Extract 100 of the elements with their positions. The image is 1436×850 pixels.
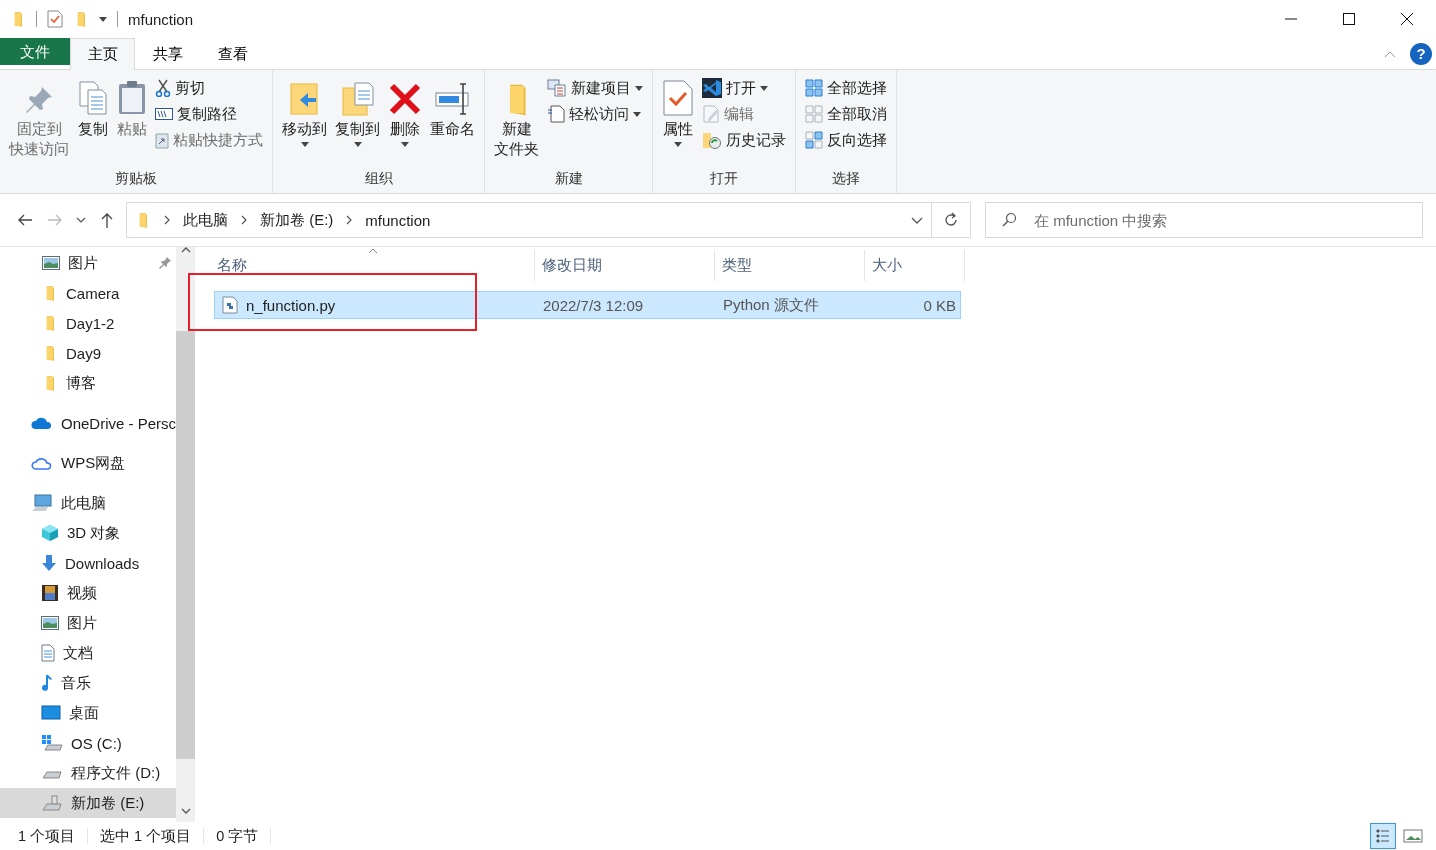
group-label: 选择 (831, 169, 861, 188)
scroll-down-icon (180, 808, 191, 814)
sidebar-item[interactable]: 3D 对象 (0, 518, 176, 548)
sidebar-item[interactable]: 博客 (0, 368, 176, 398)
sidebar-item[interactable]: OneDrive - Persc (0, 408, 176, 438)
history-folder-icon (702, 131, 722, 149)
ribbon-button[interactable]: 删除 (385, 74, 425, 149)
sidebar-item[interactable]: 视频 (0, 578, 176, 608)
folder-copy-icon (340, 82, 375, 116)
ribbon-button[interactable]: 反向选择 (802, 128, 890, 152)
group-label: 剪贴板 (114, 169, 158, 188)
breadcrumb[interactable]: 新加卷 (E:) (260, 210, 334, 230)
chevron-right-icon (240, 215, 248, 225)
desktop-icon (41, 705, 61, 721)
checkmark-document-icon (47, 10, 63, 28)
sidebar-item[interactable]: 图片 (0, 248, 176, 278)
modified-date: 2022/7/3 12:09 (542, 296, 645, 314)
sidebar-item[interactable]: Day9 (0, 338, 176, 368)
sidebar-item[interactable]: 此电脑 (0, 488, 176, 518)
column-header[interactable]: 类型 (715, 250, 865, 281)
ribbon-tab[interactable]: 主页 (70, 38, 135, 70)
file-type: Python 源文件 (722, 295, 820, 315)
ribbon-button[interactable]: 剪切 (152, 76, 266, 100)
large-icons-view-icon (1403, 828, 1423, 844)
drive-icon (41, 794, 63, 812)
new-item-icon (547, 79, 567, 97)
sidebar-item[interactable]: Downloads (0, 548, 176, 578)
close-icon (1401, 13, 1413, 25)
scissors-icon (155, 79, 171, 97)
search-field[interactable]: 在 mfunction 中搜索 (985, 202, 1423, 238)
sidebar-item[interactable]: 音乐 (0, 668, 176, 698)
ribbon-button[interactable]: 重命名 (427, 74, 478, 141)
refresh-button[interactable] (932, 202, 971, 238)
code-editor-icon (702, 78, 722, 98)
ribbon-button[interactable]: 新建 文件夹 (491, 74, 542, 161)
group-label: 新建 (553, 169, 584, 188)
scrollbar[interactable] (176, 247, 195, 822)
sidebar-item[interactable]: 新加卷 (E:) (0, 788, 176, 818)
ribbon-button[interactable]: 复制路径 (152, 102, 266, 126)
ribbon-button[interactable]: 全部选择 (802, 76, 890, 100)
caret-down-icon (300, 142, 309, 147)
chevron-down-icon (76, 217, 86, 223)
collapse-caret-icon (1384, 49, 1396, 58)
ribbon-button[interactable]: 属性 (659, 74, 697, 149)
column-header[interactable]: 名称 (210, 250, 535, 281)
sidebar-item[interactable]: 图片 (0, 608, 176, 638)
up-arrow-icon (101, 212, 113, 228)
delete-x-icon (388, 82, 422, 116)
file-name: n_function.py (246, 296, 336, 314)
caret-down-icon (99, 16, 107, 22)
ribbon-tab[interactable]: 文件 (0, 38, 70, 65)
grid-outline-icon (805, 105, 823, 123)
help-button[interactable]: ? (1410, 42, 1432, 65)
sidebar-item[interactable]: 程序文件 (D:) (0, 758, 176, 788)
maximize-icon (1343, 13, 1355, 25)
cloud-icon (31, 455, 53, 471)
chevron-right-icon (345, 215, 354, 225)
document-icon (547, 105, 565, 123)
breadcrumb[interactable]: 此电脑 (183, 210, 228, 230)
copy-documents-icon (77, 80, 109, 116)
pencil-document-icon (702, 105, 720, 123)
status-text: 0 字节 (216, 828, 272, 844)
rename-icon (433, 82, 472, 116)
sidebar-item[interactable]: WPS网盘 (0, 448, 176, 478)
column-header[interactable]: 修改日期 (535, 250, 715, 281)
address-bar[interactable]: 此电脑 新加卷 (E:) mfunction (126, 202, 932, 238)
sidebar-item[interactable]: OS (C:) (0, 728, 176, 758)
ribbon-button[interactable]: 新建项目 (544, 76, 646, 100)
sidebar-item[interactable]: Day1-2 (0, 308, 176, 338)
ribbon-button[interactable]: 复制到 (332, 74, 383, 149)
path-field-icon (155, 108, 173, 120)
scroll-up-icon (180, 247, 191, 253)
ribbon-button[interactable]: 打开 (699, 76, 789, 100)
caret-down-icon (401, 142, 409, 147)
file-row[interactable]: n_function.py 2022/7/3 12:09 Python 源文件 0 KB (214, 291, 961, 319)
view-mode-button[interactable] (1370, 823, 1396, 849)
sort-caret-icon (368, 248, 378, 254)
sidebar-item[interactable]: 文档 (0, 638, 176, 668)
pin-icon (158, 256, 172, 270)
ribbon-button[interactable]: 历史记录 (699, 128, 789, 152)
ribbon-button[interactable]: 轻松访问 (544, 102, 646, 126)
computer-icon (31, 494, 53, 512)
group-label: 组织 (363, 169, 394, 188)
breadcrumb[interactable]: mfunction (365, 211, 431, 229)
sidebar-item[interactable]: Camera (0, 278, 176, 308)
ribbon-button[interactable]: 移动到 (279, 74, 330, 149)
ribbon-button[interactable]: 全部取消 (802, 102, 890, 126)
sidebar-item[interactable]: 桌面 (0, 698, 176, 728)
status-text: 选中 1 个项目 (100, 828, 205, 844)
shortcut-icon (155, 131, 169, 149)
ribbon-tab[interactable]: 查看 (200, 38, 265, 70)
column-header[interactable]: 大小 (865, 250, 965, 281)
caret-down-icon (674, 142, 682, 147)
grid-icon (805, 131, 823, 149)
caret-down-icon (635, 85, 643, 91)
group-label: 打开 (709, 169, 739, 188)
ribbon-tab[interactable]: 共享 (135, 38, 200, 70)
ribbon-button[interactable]: 复制 (74, 74, 112, 141)
back-arrow-icon (17, 214, 33, 226)
drive-windows-icon (41, 734, 63, 752)
